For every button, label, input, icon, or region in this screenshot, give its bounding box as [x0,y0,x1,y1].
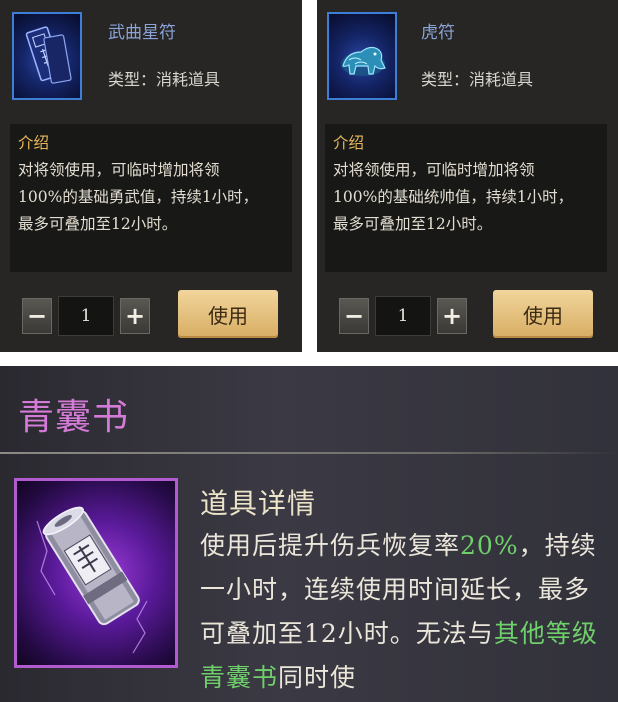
decrease-button[interactable]: − [339,298,369,334]
decrease-button[interactable]: − [22,298,52,334]
book-title: 青囊书 [18,397,130,438]
description-line: 最多可叠加至12小时。 [333,215,493,233]
item-name: 武曲星符 [108,23,176,43]
talisman-card-icon [12,12,82,100]
description-line: 对将领使用，可临时增加将领 [18,161,220,179]
recovery-rate-value: 20% [460,531,519,560]
increase-button[interactable]: + [437,298,467,334]
detail-description: 使用后提升伤兵恢复率20%，持续一小时，连续使用时间延长，最多可叠加至12小时。… [200,524,610,700]
item-description: 介绍 对将领使用，可临时增加将领 100%的基础勇武值，持续1小时， 最多可叠加… [10,124,292,272]
use-button[interactable]: 使用 [493,290,593,338]
increase-button[interactable]: + [120,298,150,334]
description-line: 对将领使用，可临时增加将领 [333,161,535,179]
detail-text-part: 同时使 [278,663,357,692]
detail-title: 道具详情 [200,487,317,520]
quantity-input[interactable]: 1 [375,296,431,336]
description-line: 100%的基础勇武值，持续1小时， [18,188,259,206]
item-type: 类型：消耗道具 [108,70,221,89]
book-detail-panel: 青囊书 道具详情 使用后提升伤兵恢复率20%，持续一小时，连续使用时间延长，最多… [0,366,618,702]
quantity-input[interactable]: 1 [58,296,114,336]
item-type: 类型：消耗道具 [421,70,534,89]
use-button[interactable]: 使用 [178,290,278,338]
title-divider [0,452,618,454]
description-line: 100%的基础统帅值，持续1小时， [333,188,574,206]
description-line: 最多可叠加至12小时。 [18,215,178,233]
item-name: 虎符 [421,23,455,43]
item-panel-wuqu: 武曲星符 类型：消耗道具 介绍 对将领使用，可临时增加将领 100%的基础勇武值… [0,0,302,352]
tiger-tally-icon [327,12,397,100]
scroll-book-icon [14,478,178,668]
item-panel-hufu: 虎符 类型：消耗道具 介绍 对将领使用，可临时增加将领 100%的基础统帅值，持… [317,0,618,352]
description-title: 介绍 [333,134,365,152]
detail-text-part: 使用后提升伤兵恢复率 [200,531,461,560]
description-title: 介绍 [18,134,50,152]
item-description: 介绍 对将领使用，可临时增加将领 100%的基础统帅值，持续1小时， 最多可叠加… [325,124,607,272]
